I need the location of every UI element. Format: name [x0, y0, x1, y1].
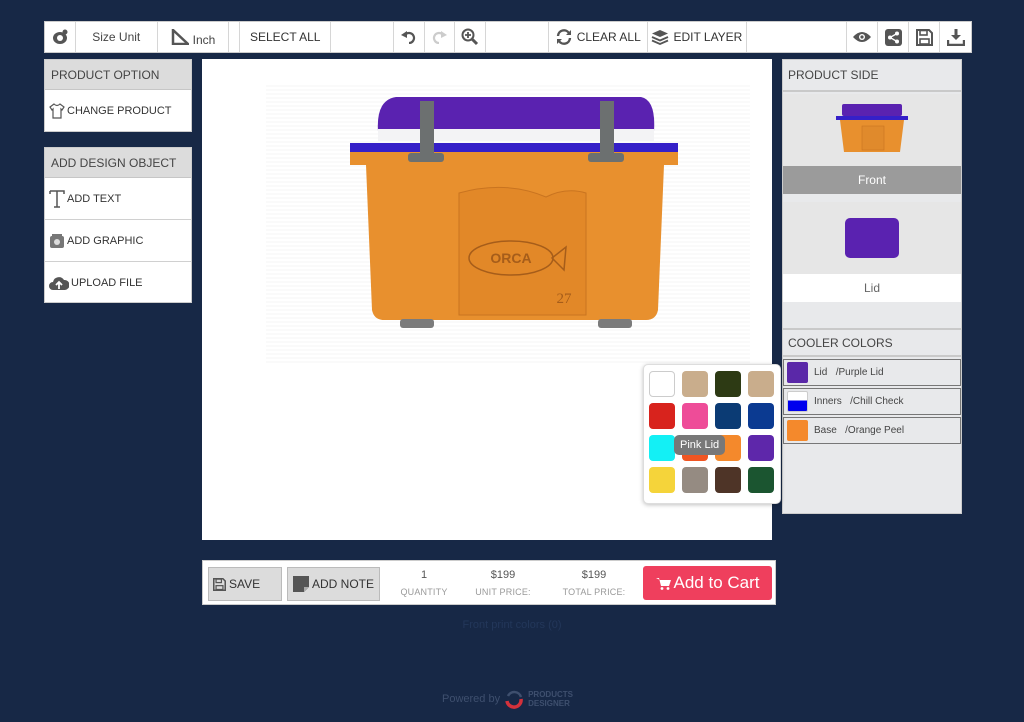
save-icon — [915, 28, 933, 46]
select-all-button[interactable]: SELECT ALL — [240, 22, 332, 52]
base-color-chip — [787, 420, 808, 441]
redo-icon — [433, 31, 448, 44]
note-icon — [293, 576, 309, 592]
add-to-cart-button[interactable]: Add to Cart — [643, 566, 772, 600]
cloud-upload-icon — [49, 277, 69, 290]
product-side-title: PRODUCT SIDE — [783, 60, 961, 92]
product-option-title: PRODUCT OPTION — [45, 60, 191, 90]
top-toolbar: Size Unit Inch SELECT ALL CLEAR ALL EDIT… — [44, 21, 972, 53]
edit-layer-button[interactable]: EDIT LAYER — [648, 22, 747, 52]
undo-button[interactable] — [394, 22, 425, 52]
ruler-triangle-icon — [171, 29, 189, 45]
unit-value: Inch — [192, 33, 216, 47]
save-design-button[interactable] — [909, 22, 941, 52]
total-price-display: $199 TOTAL PRICE: — [562, 569, 626, 597]
add-design-object-panel: ADD DESIGN OBJECT ADD TEXT ADD GRAPHIC U… — [44, 147, 192, 303]
preview-button[interactable] — [847, 22, 879, 52]
redo-button[interactable] — [425, 22, 455, 52]
color-swatch[interactable] — [748, 467, 774, 493]
swatch-tooltip: Pink Lid — [674, 435, 726, 455]
layers-icon — [652, 30, 669, 45]
download-button[interactable] — [940, 22, 971, 52]
add-design-object-title: ADD DESIGN OBJECT — [45, 148, 191, 178]
side-front[interactable]: Front — [783, 94, 961, 194]
right-panel: PRODUCT SIDE Front Lid COOLER COLORS Lid… — [782, 59, 962, 514]
cooler-front-image: ORCA 27 — [350, 97, 678, 328]
color-row-lid[interactable]: Lid /Purple Lid — [783, 359, 961, 386]
save-button[interactable]: SAVE — [208, 567, 282, 601]
tshirt-icon — [49, 103, 65, 119]
undo-icon — [400, 31, 415, 44]
color-swatch[interactable] — [748, 435, 774, 461]
color-swatch[interactable] — [682, 403, 708, 429]
add-graphic-button[interactable]: ADD GRAPHIC — [45, 220, 191, 262]
add-text-button[interactable]: ADD TEXT — [45, 178, 191, 220]
upload-file-button[interactable]: UPLOAD FILE — [45, 262, 191, 304]
cooler-thumbnail-icon — [836, 104, 908, 152]
color-swatch[interactable] — [649, 467, 675, 493]
size-unit-label: Size Unit — [76, 22, 158, 52]
color-swatch[interactable] — [649, 403, 675, 429]
zoom-in-icon — [461, 28, 478, 46]
quantity-display[interactable]: 1 QUANTITY — [395, 569, 453, 597]
panel-spacer — [783, 302, 961, 330]
color-swatch[interactable] — [748, 371, 774, 397]
side-label-front: Front — [783, 166, 961, 194]
product-image-area: ORCA 27 — [266, 85, 750, 363]
color-swatch[interactable] — [715, 371, 741, 397]
lid-thumbnail-icon — [845, 218, 899, 258]
front-print-colors: Front print colors (0) — [462, 619, 562, 631]
products-designer-logo-icon — [505, 690, 523, 709]
color-row-base[interactable]: Base /Orange Peel — [783, 417, 961, 444]
color-swatch[interactable] — [649, 435, 675, 461]
color-row-inners[interactable]: Inners /Chill Check — [783, 388, 961, 415]
svg-text:27: 27 — [557, 291, 573, 307]
cart-icon — [655, 577, 671, 590]
text-icon — [49, 189, 65, 208]
graphic-icon — [50, 233, 64, 248]
color-swatch[interactable] — [649, 371, 675, 397]
powered-by-footer: Powered by PRODUCTS DESIGNER — [442, 690, 573, 709]
inners-color-chip — [787, 391, 808, 412]
color-swatch[interactable] — [715, 467, 741, 493]
save-icon — [213, 577, 226, 591]
toolbar-spacer — [486, 22, 550, 52]
unit-selector[interactable]: Inch — [158, 22, 230, 52]
eye-icon — [853, 32, 872, 42]
share-icon — [884, 28, 902, 46]
bottom-action-bar: SAVE ADD NOTE 1 QUANTITY $199 UNIT PRICE… — [202, 560, 776, 605]
color-picker-popup: Pink Lid — [643, 364, 781, 504]
unit-price-display: $199 UNIT PRICE: — [475, 569, 531, 597]
color-swatch[interactable] — [715, 403, 741, 429]
download-icon — [946, 29, 965, 46]
front-thumbnail[interactable] — [783, 94, 961, 166]
change-product-button[interactable]: CHANGE PRODUCT — [45, 90, 191, 132]
designer-logo-icon — [52, 29, 68, 44]
lid-color-chip — [787, 362, 808, 383]
lid-thumbnail[interactable] — [783, 202, 961, 274]
side-label-lid: Lid — [783, 274, 961, 302]
share-button[interactable] — [878, 22, 910, 52]
logo-button[interactable] — [45, 22, 76, 52]
product-option-panel: PRODUCT OPTION CHANGE PRODUCT — [44, 59, 192, 132]
color-swatch[interactable] — [748, 403, 774, 429]
brand-name[interactable]: PRODUCTS DESIGNER — [528, 690, 573, 708]
zoom-in-button[interactable] — [455, 22, 486, 52]
side-lid[interactable]: Lid — [783, 202, 961, 302]
color-swatch[interactable] — [682, 371, 708, 397]
add-note-button[interactable]: ADD NOTE — [287, 567, 380, 601]
cooler-colors-title: COOLER COLORS — [783, 330, 961, 357]
toolbar-spacer — [229, 22, 241, 52]
color-swatch[interactable] — [682, 467, 708, 493]
svg-text:ORCA: ORCA — [490, 250, 531, 266]
toolbar-spacer — [331, 22, 394, 52]
clear-all-button[interactable]: CLEAR ALL — [549, 22, 649, 52]
toolbar-spacer — [747, 22, 848, 52]
refresh-icon — [556, 29, 571, 45]
